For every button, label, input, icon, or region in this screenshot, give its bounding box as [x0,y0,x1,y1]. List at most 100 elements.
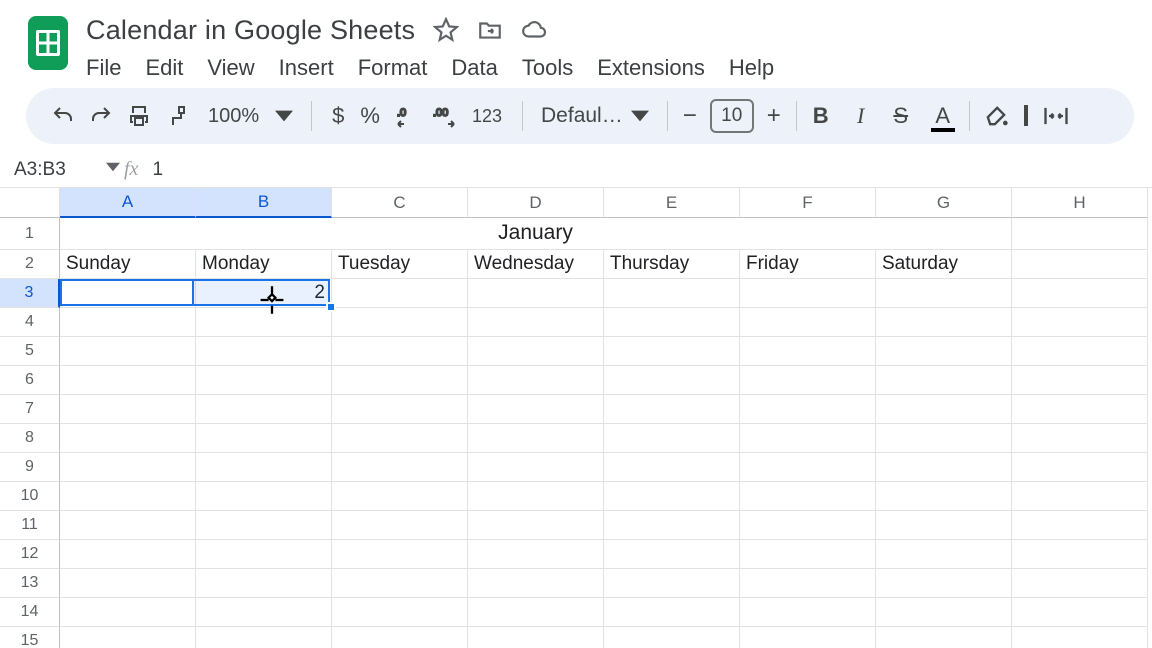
cell[interactable] [876,337,1012,366]
cell[interactable] [604,337,740,366]
cell[interactable] [604,569,740,598]
cell[interactable] [332,540,468,569]
cell[interactable] [604,308,740,337]
cell[interactable] [196,540,332,569]
cell[interactable] [740,453,876,482]
cell[interactable] [468,453,604,482]
cell-merged-month[interactable]: January [60,218,1012,250]
cell[interactable] [740,395,876,424]
cell[interactable] [740,598,876,627]
select-all-corner[interactable] [0,188,60,218]
cell[interactable] [332,337,468,366]
merge-cells-button[interactable] [1042,105,1070,127]
row-header[interactable]: 3 [0,279,60,308]
cell[interactable] [60,337,196,366]
cell[interactable] [196,627,332,648]
cell[interactable] [604,279,740,308]
cell[interactable] [196,337,332,366]
cell[interactable] [196,366,332,395]
cell[interactable] [1012,627,1148,648]
cell[interactable] [604,424,740,453]
cell[interactable] [332,598,468,627]
cell[interactable] [876,569,1012,598]
cell[interactable] [332,627,468,648]
cell[interactable] [60,395,196,424]
cell[interactable] [332,511,468,540]
cell[interactable] [740,482,876,511]
cell[interactable] [876,598,1012,627]
cloud-status-icon[interactable] [521,17,547,43]
font-family-select[interactable]: Defaul… [535,104,655,128]
cell[interactable] [332,569,468,598]
cell[interactable] [1012,569,1148,598]
redo-button[interactable] [82,97,120,135]
cell[interactable] [60,569,196,598]
fill-color-button[interactable] [982,102,1010,130]
cell[interactable] [604,540,740,569]
cell[interactable] [196,482,332,511]
cell[interactable] [604,627,740,648]
menu-edit[interactable]: Edit [145,55,183,81]
row-header[interactable]: 7 [0,395,60,424]
column-header[interactable]: B [196,188,332,218]
star-icon[interactable] [433,17,459,43]
cell[interactable] [876,424,1012,453]
cell[interactable] [196,308,332,337]
cell[interactable] [332,482,468,511]
cell[interactable] [468,511,604,540]
cell[interactable] [60,308,196,337]
cell[interactable] [196,598,332,627]
cell[interactable] [740,424,876,453]
menu-file[interactable]: File [86,55,121,81]
cell[interactable] [1012,218,1148,250]
cell[interactable]: Friday [740,250,876,279]
cell[interactable] [468,569,604,598]
cell[interactable] [332,366,468,395]
menu-format[interactable]: Format [358,55,428,81]
cell[interactable] [1012,279,1148,308]
cell[interactable] [1012,540,1148,569]
cell[interactable] [876,395,1012,424]
name-box[interactable]: A3:B3 [10,159,106,181]
cell[interactable] [196,395,332,424]
format-percent-button[interactable]: % [352,103,388,129]
cell[interactable] [468,598,604,627]
row-header[interactable]: 9 [0,453,60,482]
cell[interactable] [604,511,740,540]
cell[interactable] [196,569,332,598]
cell[interactable]: 1 [60,279,196,308]
cell[interactable] [1012,598,1148,627]
cell[interactable] [1012,453,1148,482]
cell[interactable] [604,453,740,482]
menu-data[interactable]: Data [451,55,497,81]
formula-bar[interactable]: 1 [152,159,163,181]
cell[interactable]: Wednesday [468,250,604,279]
cell[interactable] [876,308,1012,337]
row-header[interactable]: 8 [0,424,60,453]
cell[interactable] [1012,511,1148,540]
cell[interactable] [876,627,1012,648]
italic-button[interactable]: I [849,103,873,129]
row-header[interactable]: 13 [0,569,60,598]
print-button[interactable] [120,97,158,135]
cell[interactable] [332,279,468,308]
column-header[interactable]: E [604,188,740,218]
row-header[interactable]: 2 [0,250,60,279]
undo-button[interactable] [44,97,82,135]
cell[interactable] [740,540,876,569]
cell[interactable] [604,482,740,511]
cell[interactable] [196,511,332,540]
cell[interactable]: Thursday [604,250,740,279]
bold-button[interactable]: B [809,103,833,129]
borders-button[interactable] [1024,107,1028,125]
cell[interactable]: Monday [196,250,332,279]
cell[interactable] [468,424,604,453]
cell[interactable] [468,627,604,648]
row-header[interactable]: 11 [0,511,60,540]
cell[interactable] [1012,366,1148,395]
column-header[interactable]: A [60,188,196,218]
cell[interactable] [468,279,604,308]
cell[interactable] [468,366,604,395]
cell[interactable] [740,511,876,540]
row-header[interactable]: 15 [0,627,60,648]
